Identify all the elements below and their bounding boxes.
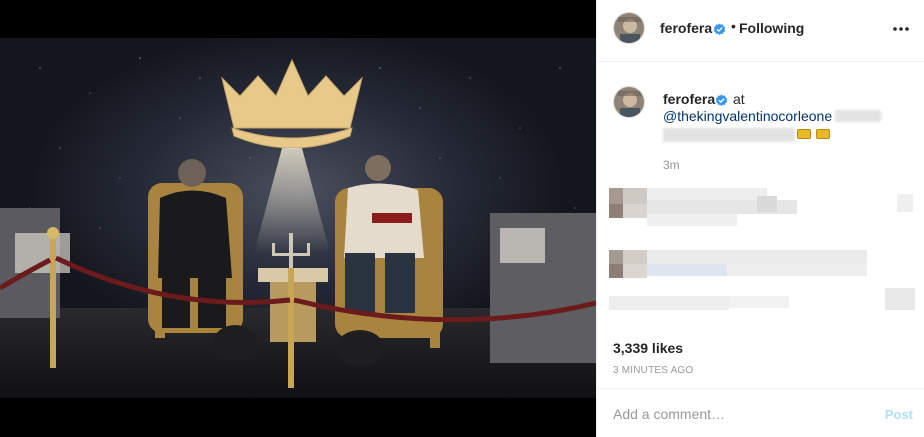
caption-mention-link[interactable]: @thekingvalentinocorleone <box>663 108 832 124</box>
author-avatar[interactable] <box>613 12 645 44</box>
post-sidebar: ferofera • Following ferofera at @thekin… <box>596 0 924 437</box>
post-photo[interactable] <box>0 38 596 398</box>
caption-time: 3m <box>663 158 680 172</box>
pixelated-caption-text <box>663 128 795 142</box>
following-button[interactable]: Following <box>739 20 804 36</box>
caption-text: at <box>733 91 745 107</box>
verified-badge-icon <box>713 21 726 39</box>
header-separator: • <box>731 18 736 34</box>
pixelated-comments <box>607 188 919 334</box>
crown-emoji-icon <box>797 129 811 139</box>
likes-count[interactable]: 3,339 likes <box>613 340 683 356</box>
post-comment-button[interactable]: Post <box>885 407 913 422</box>
crown-emoji-icon <box>816 129 830 139</box>
comment-input[interactable] <box>613 406 863 422</box>
caption-avatar[interactable] <box>613 86 645 118</box>
post-media[interactable] <box>0 0 596 437</box>
comment-bar: Post <box>597 388 924 437</box>
caption-username[interactable]: ferofera <box>663 91 715 107</box>
author-username[interactable]: ferofera <box>660 20 712 36</box>
post-header: ferofera • Following <box>597 0 924 62</box>
pixelated-caption-text <box>835 110 881 122</box>
more-options-icon[interactable] <box>891 22 911 36</box>
avatar-image <box>614 87 644 117</box>
post-timestamp[interactable]: 3 MINUTES AGO <box>613 365 693 376</box>
avatar-image <box>614 13 644 43</box>
